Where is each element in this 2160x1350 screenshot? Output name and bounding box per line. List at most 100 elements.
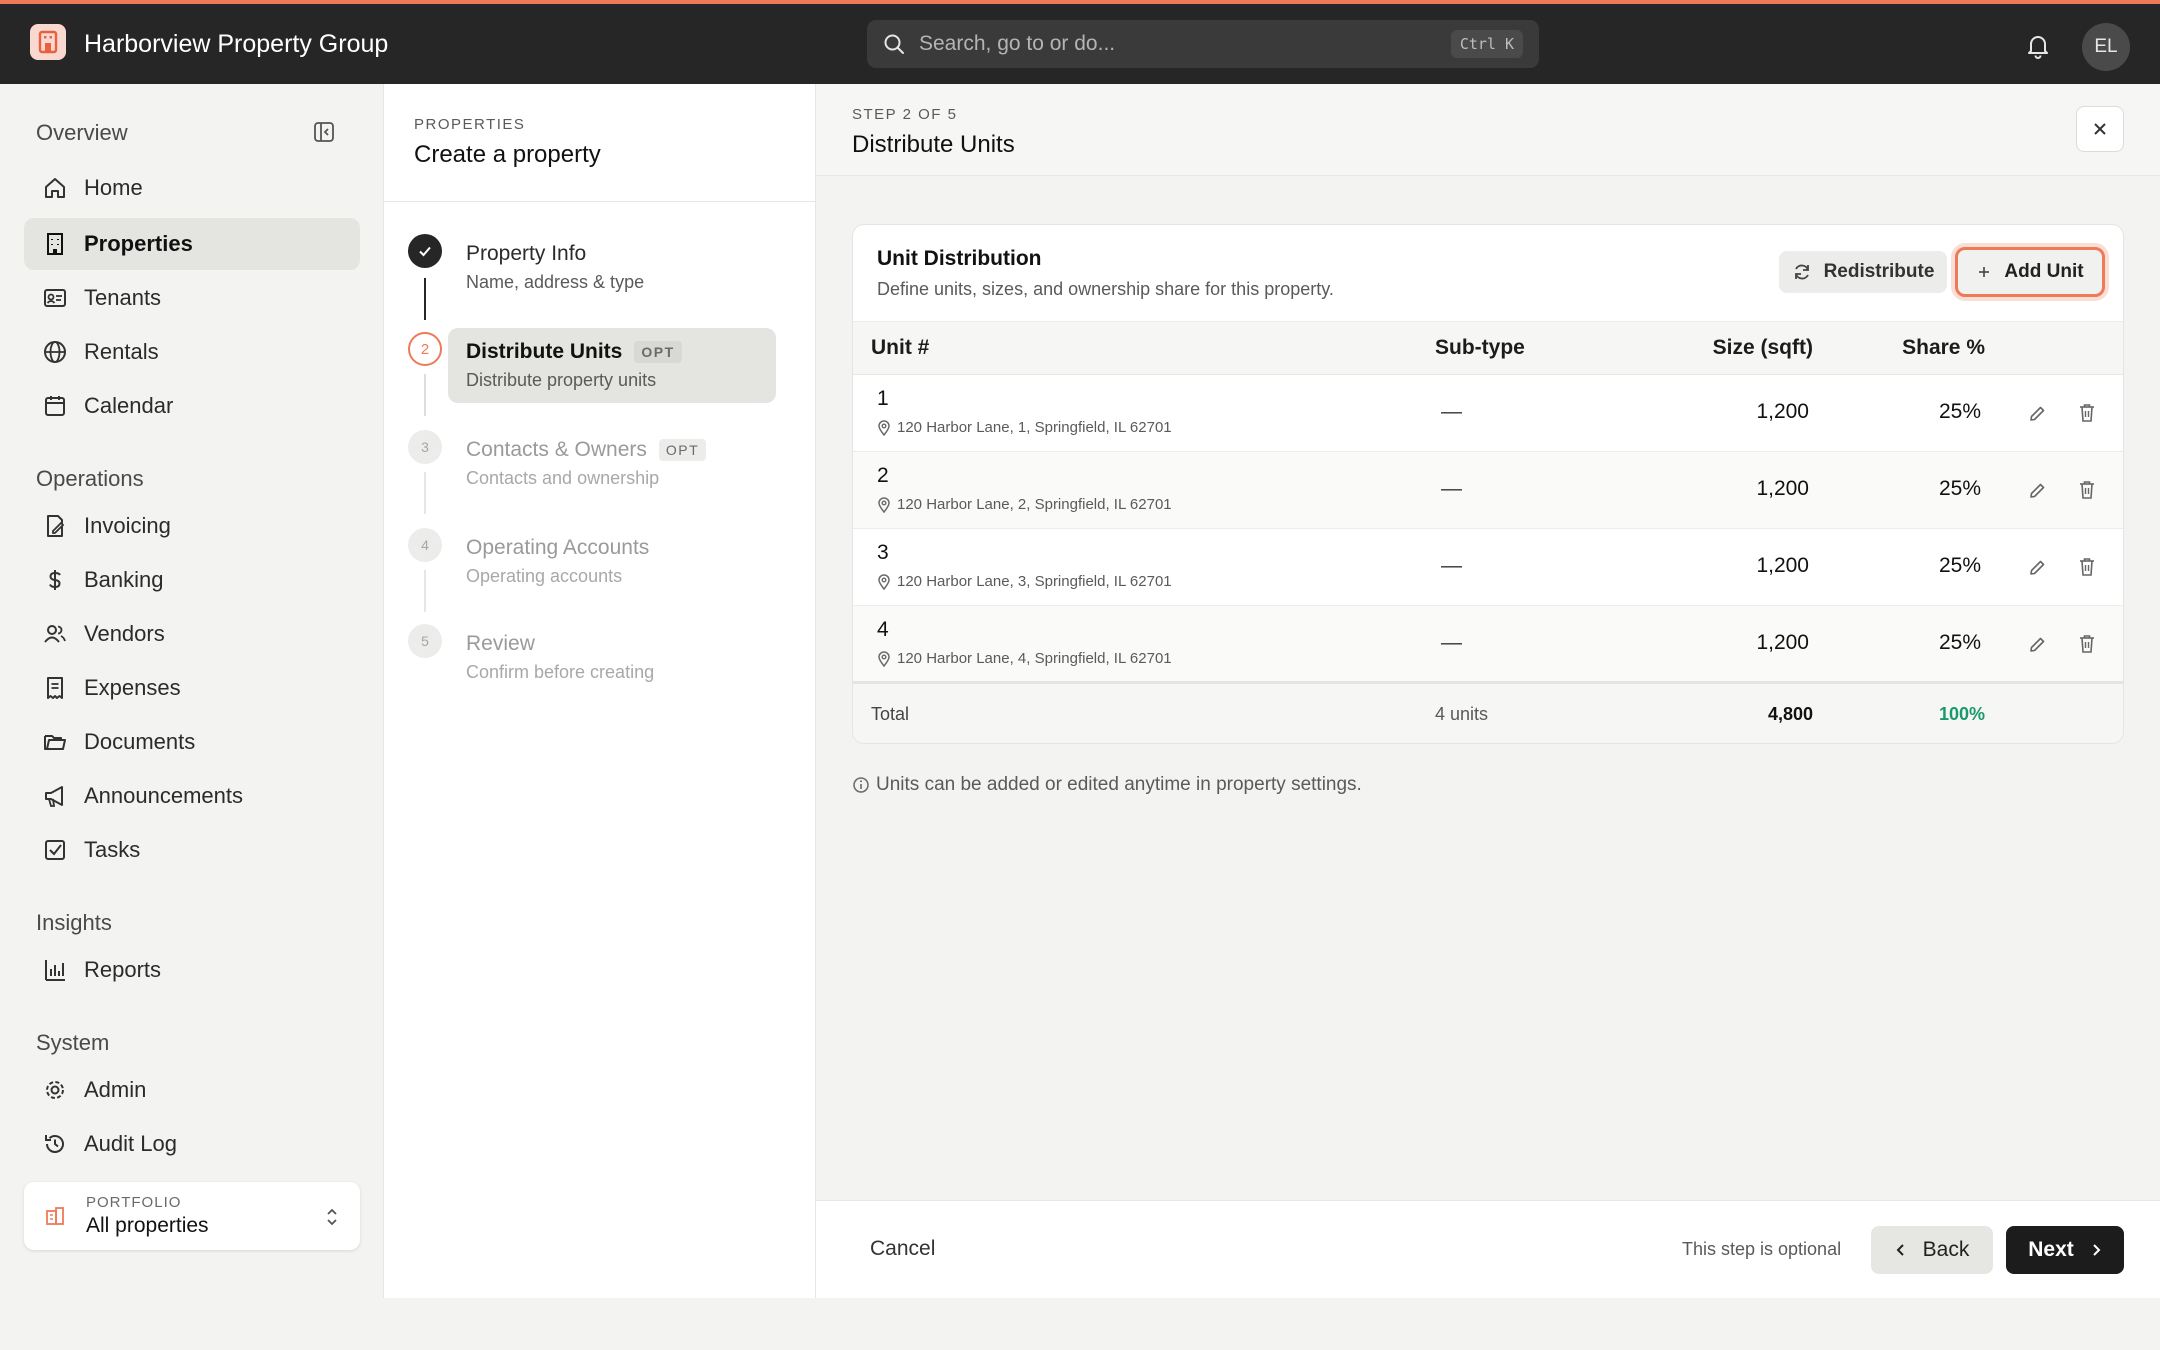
- add-unit-button[interactable]: Add Unit: [1955, 247, 2105, 297]
- table-row[interactable]: 2 120 Harbor Lane, 2, Springfield, IL 62…: [853, 452, 2123, 529]
- sidebar-section-system: System: [36, 1030, 110, 1055]
- wizard-header: PROPERTIES Create a property: [384, 84, 815, 202]
- unit-number: 2: [877, 464, 889, 487]
- sidebar-item-label: Documents: [84, 729, 196, 754]
- redistribute-button[interactable]: Redistribute: [1779, 251, 1947, 293]
- back-button[interactable]: Back: [1871, 1226, 1993, 1274]
- cancel-button[interactable]: Cancel: [870, 1237, 935, 1261]
- column-header-unit[interactable]: Unit #: [871, 336, 929, 360]
- column-header-share[interactable]: Share %: [1902, 336, 1985, 360]
- unit-subtype: —: [1441, 400, 1462, 423]
- unit-size: 1,200: [1756, 400, 1809, 423]
- portfolio-selector[interactable]: PORTFOLIO All properties: [24, 1182, 360, 1250]
- step-title: Operating Accounts: [466, 536, 650, 559]
- sidebar-item-vendors[interactable]: Vendors: [24, 608, 360, 660]
- edit-pencil-icon[interactable]: [2027, 558, 2047, 578]
- step-1-marker: [408, 234, 442, 268]
- sidebar-item-label: Announcements: [84, 783, 243, 808]
- step-review[interactable]: Review Confirm before creating: [448, 620, 776, 695]
- table-row[interactable]: 4 120 Harbor Lane, 4, Springfield, IL 62…: [853, 606, 2123, 683]
- main-panel: STEP 2 OF 5 Distribute Units Unit Distri…: [816, 84, 2160, 1298]
- wizard-title: Create a property: [414, 141, 601, 168]
- calendar-icon: [45, 396, 65, 416]
- sidebar-item-audit-log[interactable]: Audit Log: [24, 1118, 360, 1170]
- app-logo-icon[interactable]: [30, 24, 66, 60]
- sidebar-item-reports[interactable]: Reports: [24, 944, 360, 996]
- column-header-size[interactable]: Size (sqft): [1713, 336, 1813, 360]
- unit-subtype: —: [1441, 477, 1462, 500]
- next-button[interactable]: Next: [2006, 1226, 2124, 1274]
- edit-pencil-icon[interactable]: [2027, 481, 2047, 501]
- dollar-icon: [49, 570, 61, 590]
- sidebar-item-invoicing[interactable]: Invoicing: [24, 500, 360, 552]
- sidebar-item-label: Reports: [84, 957, 162, 982]
- delete-trash-icon[interactable]: [2077, 402, 2097, 424]
- total-units: 4 units: [1435, 704, 1489, 724]
- delete-trash-icon[interactable]: [2077, 479, 2097, 501]
- step-title: Review: [466, 632, 535, 655]
- step-operating-accounts[interactable]: Operating Accounts Operating accounts: [448, 524, 776, 599]
- card-title: Unit Distribution: [877, 247, 1042, 270]
- sidebar-section-operations: Operations: [36, 466, 144, 491]
- table-row[interactable]: 3 120 Harbor Lane, 3, Springfield, IL 62…: [853, 529, 2123, 606]
- sidebar-item-tasks[interactable]: Tasks: [24, 824, 360, 876]
- id-card-icon: [44, 289, 66, 307]
- user-avatar[interactable]: EL: [2082, 23, 2130, 71]
- sidebar-item-label: Vendors: [84, 621, 165, 646]
- step-subtitle: Name, address & type: [466, 272, 645, 292]
- step-property-info[interactable]: Property Info Name, address & type: [448, 230, 776, 305]
- folder-icon: [44, 735, 66, 750]
- step-subtitle: Operating accounts: [466, 566, 623, 586]
- building-icon: [47, 233, 63, 255]
- sidebar-item-properties[interactable]: Properties: [24, 218, 360, 270]
- gear-icon: [46, 1081, 64, 1099]
- sidebar-item-home[interactable]: Home: [24, 162, 360, 214]
- sidebar-item-admin[interactable]: Admin: [24, 1064, 360, 1116]
- step-connector: [424, 570, 426, 612]
- sidebar-item-label: Home: [84, 175, 143, 200]
- sidebar-item-rentals[interactable]: Rentals: [24, 326, 360, 378]
- close-button[interactable]: [2076, 106, 2124, 152]
- delete-trash-icon[interactable]: [2077, 556, 2097, 578]
- edit-pencil-icon[interactable]: [2027, 635, 2047, 655]
- table-row[interactable]: 1 120 Harbor Lane, 1, Springfield, IL 62…: [853, 375, 2123, 452]
- unit-number: 3: [877, 541, 889, 564]
- sidebar-item-label: Invoicing: [84, 513, 171, 538]
- step-distribute-units[interactable]: Distribute Units OPT Distribute property …: [448, 328, 776, 403]
- optional-badge: OPT: [634, 341, 682, 363]
- checkbox-icon: [45, 840, 65, 860]
- total-size: 4,800: [1767, 704, 1813, 724]
- search-input[interactable]: [919, 32, 1451, 56]
- sidebar-item-tenants[interactable]: Tenants: [24, 272, 360, 324]
- table-total-row: Total 4 units 4,800 100%: [853, 681, 2123, 743]
- sidebar-item-label: Tasks: [84, 837, 141, 862]
- home-icon: [45, 178, 65, 198]
- step-contacts-owners[interactable]: Contacts & Owners OPT Contacts and owners…: [448, 426, 776, 501]
- edit-pencil-icon[interactable]: [2027, 404, 2047, 424]
- portfolio-building-icon: [46, 1207, 64, 1225]
- optional-step-text: This step is optional: [1682, 1239, 1842, 1259]
- global-search[interactable]: Ctrl K: [867, 20, 1539, 68]
- unit-share: 25%: [1938, 400, 1981, 423]
- column-header-subtype[interactable]: Sub-type: [1435, 336, 1525, 360]
- unit-size: 1,200: [1756, 631, 1809, 654]
- search-shortcut-badge: Ctrl K: [1450, 30, 1523, 58]
- map-pin-icon: [878, 496, 890, 513]
- sidebar-item-documents[interactable]: Documents: [24, 716, 360, 768]
- wizard-kicker: PROPERTIES: [414, 116, 526, 133]
- search-icon: [884, 34, 904, 54]
- collapse-sidebar-icon[interactable]: [312, 120, 336, 144]
- sidebar-item-calendar[interactable]: Calendar: [24, 380, 360, 432]
- delete-trash-icon[interactable]: [2077, 633, 2097, 655]
- sidebar-item-label: Properties: [84, 231, 193, 256]
- chevron-right-icon: [2093, 1244, 2101, 1256]
- step-connector: [424, 278, 426, 320]
- unit-address-text: 120 Harbor Lane, 3, Springfield, IL 6270…: [897, 573, 1172, 590]
- sidebar-item-expenses[interactable]: Expenses: [24, 662, 360, 714]
- step-connector: [424, 374, 426, 416]
- sidebar-item-announcements[interactable]: Announcements: [24, 770, 360, 822]
- bar-chart-icon: [45, 960, 65, 981]
- check-icon: [419, 246, 431, 257]
- sidebar-item-banking[interactable]: Banking: [24, 554, 360, 606]
- notifications-bell-icon[interactable]: [2024, 32, 2052, 60]
